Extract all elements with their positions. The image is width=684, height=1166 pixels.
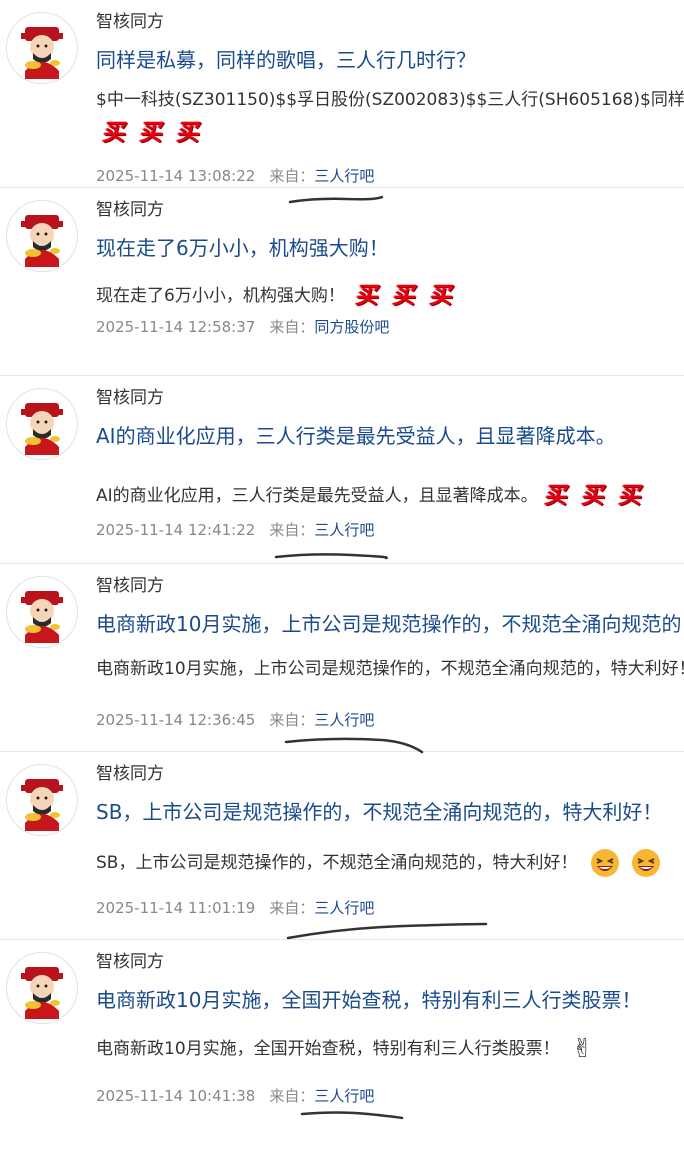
author-name[interactable]: 智核同方 xyxy=(96,198,164,222)
bar-link[interactable]: 三人行吧 xyxy=(314,1087,374,1105)
avatar[interactable] xyxy=(6,388,78,460)
buy-emoji-icon: 买 xyxy=(138,120,166,146)
post-body: SB，上市公司是规范操作的，不规范全涌向规范的，特大利好！ xyxy=(96,848,684,878)
avatar[interactable] xyxy=(6,952,78,1024)
buy-emoji-icon: 买 xyxy=(542,483,571,509)
post-meta: 2025-11-14 12:58:37 来自：同方股份吧 xyxy=(96,317,389,337)
from-label: 来自： xyxy=(269,167,315,185)
emoji-row: 买买买 xyxy=(100,118,211,150)
author-name[interactable]: 智核同方 xyxy=(96,762,164,786)
from-label: 来自： xyxy=(269,711,315,729)
avatar[interactable] xyxy=(6,200,78,272)
post-item[interactable]: 智核同方 SB，上市公司是规范操作的，不规范全涌向规范的，特大利好！ SB，上市… xyxy=(0,752,684,940)
post-meta: 2025-11-14 12:36:45 来自：三人行吧 xyxy=(96,710,374,730)
post-item[interactable]: 智核同方 现在走了6万小小，机构强大购！ 现在走了6万小小，机构强大购！买买买 … xyxy=(0,188,684,376)
bar-link[interactable]: 三人行吧 xyxy=(314,899,374,917)
post-time: 2025-11-14 10:41:38 xyxy=(96,1087,256,1105)
post-title[interactable]: AI的商业化应用，三人行类是最先受益人，且显著降成本。 xyxy=(96,422,684,450)
post-title[interactable]: 电商新政10月实施，全国开始查税，特别有利三人行类股票！ xyxy=(96,986,684,1014)
god-of-wealth-avatar-icon xyxy=(21,215,63,267)
post-body: $中一科技(SZ301150)$$孚日股份(SZ002083)$$三人行(SH6… xyxy=(96,87,684,113)
pen-scribble xyxy=(286,922,488,940)
god-of-wealth-avatar-icon xyxy=(21,779,63,831)
bar-link[interactable]: 三人行吧 xyxy=(314,521,374,539)
god-of-wealth-avatar-icon xyxy=(21,27,63,79)
from-label: 来自： xyxy=(269,899,315,917)
post-body-text: AI的商业化应用，三人行类是最先受益人，且显著降成本。 xyxy=(96,486,538,506)
buy-emoji-icon: 买 xyxy=(391,283,419,309)
pen-scribble xyxy=(300,1111,404,1120)
author-name[interactable]: 智核同方 xyxy=(96,10,164,34)
post-item[interactable]: 智核同方 AI的商业化应用，三人行类是最先受益人，且显著降成本。 AI的商业化应… xyxy=(0,376,684,564)
post-body-text: SB，上市公司是规范操作的，不规范全涌向规范的，特大利好！ xyxy=(96,853,578,873)
post-time: 2025-11-14 12:41:22 xyxy=(96,521,256,539)
author-name[interactable]: 智核同方 xyxy=(96,386,164,410)
post-meta: 2025-11-14 11:01:19 来自：三人行吧 xyxy=(96,898,374,918)
laughing-face-icon xyxy=(590,848,620,878)
post-item[interactable]: 智核同方 电商新政10月实施，上市公司是规范操作的，不规范全涌向规范的，特大利好… xyxy=(0,564,684,754)
emoji-row: 买买买 xyxy=(353,281,464,311)
pen-scribble xyxy=(274,553,389,560)
god-of-wealth-avatar-icon xyxy=(21,591,63,643)
from-label: 来自： xyxy=(269,318,315,336)
bar-link[interactable]: 三人行吧 xyxy=(314,711,374,729)
buy-emoji-icon: 买 xyxy=(579,483,608,509)
buy-emoji-icon: 买 xyxy=(616,483,645,509)
post-body: AI的商业化应用，三人行类是最先受益人，且显著降成本。买买买 xyxy=(96,481,684,511)
bar-link[interactable]: 三人行吧 xyxy=(314,167,374,185)
avatar[interactable] xyxy=(6,12,78,84)
god-of-wealth-avatar-icon xyxy=(21,403,63,455)
post-title[interactable]: 电商新政10月实施，上市公司是规范操作的，不规范全涌向规范的，特大利好！ xyxy=(96,610,684,638)
post-item[interactable]: 智核同方 电商新政10月实施，全国开始查税，特别有利三人行类股票！ 电商新政10… xyxy=(0,940,684,1128)
post-body-text: $中一科技(SZ301150)$$孚日股份(SZ002083)$$三人行(SH6… xyxy=(96,90,684,110)
post-meta: 2025-11-14 10:41:38 来自：三人行吧 xyxy=(96,1086,374,1106)
buy-emoji-icon: 买 xyxy=(428,283,456,309)
post-title[interactable]: 现在走了6万小小，机构强大购！ xyxy=(96,234,684,262)
author-name[interactable]: 智核同方 xyxy=(96,574,164,598)
post-body: 电商新政10月实施，上市公司是规范操作的，不规范全涌向规范的，特大利好！ xyxy=(96,656,684,682)
avatar[interactable] xyxy=(6,576,78,648)
avatar[interactable] xyxy=(6,764,78,836)
buy-emoji-icon: 买 xyxy=(354,283,382,309)
post-time: 2025-11-14 12:36:45 xyxy=(96,711,256,729)
post-title[interactable]: 同样是私募，同样的歌唱，三人行几时行？ xyxy=(96,46,684,74)
from-label: 来自： xyxy=(269,1087,315,1105)
post-title[interactable]: SB，上市公司是规范操作的，不规范全涌向规范的，特大利好！ xyxy=(96,798,684,826)
post-feed: 智核同方 同样是私募，同样的歌唱，三人行几时行？ $中一科技(SZ301150)… xyxy=(0,0,684,1128)
laughing-face-icon xyxy=(631,848,661,878)
post-body-text: 现在走了6万小小，机构强大购！ xyxy=(96,286,345,306)
post-time: 2025-11-14 11:01:19 xyxy=(96,899,256,917)
post-body-text: 电商新政10月实施，全国开始查税，特别有利三人行类股票！ xyxy=(96,1039,560,1059)
post-body: 现在走了6万小小，机构强大购！买买买 xyxy=(96,281,684,311)
from-label: 来自： xyxy=(269,521,315,539)
post-body: 电商新政10月实施，全国开始查税，特别有利三人行类股票！ ✌ xyxy=(96,1036,684,1062)
post-time: 2025-11-14 12:58:37 xyxy=(96,318,256,336)
post-body-text: 电商新政10月实施，上市公司是规范操作的，不规范全涌向规范的，特大利好！ xyxy=(96,659,684,679)
emoji-row: 买买买 xyxy=(542,481,653,511)
god-of-wealth-avatar-icon xyxy=(21,967,63,1019)
post-meta: 2025-11-14 12:41:22 来自：三人行吧 xyxy=(96,520,374,540)
victory-hand-icon: ✌ xyxy=(571,1036,594,1062)
bar-link[interactable]: 同方股份吧 xyxy=(314,318,389,336)
buy-emoji-icon: 买 xyxy=(101,120,129,146)
post-time: 2025-11-14 13:08:22 xyxy=(96,167,256,185)
emoji-row xyxy=(585,848,660,878)
buy-emoji-icon: 买 xyxy=(175,120,203,146)
post-item[interactable]: 智核同方 同样是私募，同样的歌唱，三人行几时行？ $中一科技(SZ301150)… xyxy=(0,0,684,204)
post-meta: 2025-11-14 13:08:22 来自：三人行吧 xyxy=(96,166,374,186)
author-name[interactable]: 智核同方 xyxy=(96,950,164,974)
